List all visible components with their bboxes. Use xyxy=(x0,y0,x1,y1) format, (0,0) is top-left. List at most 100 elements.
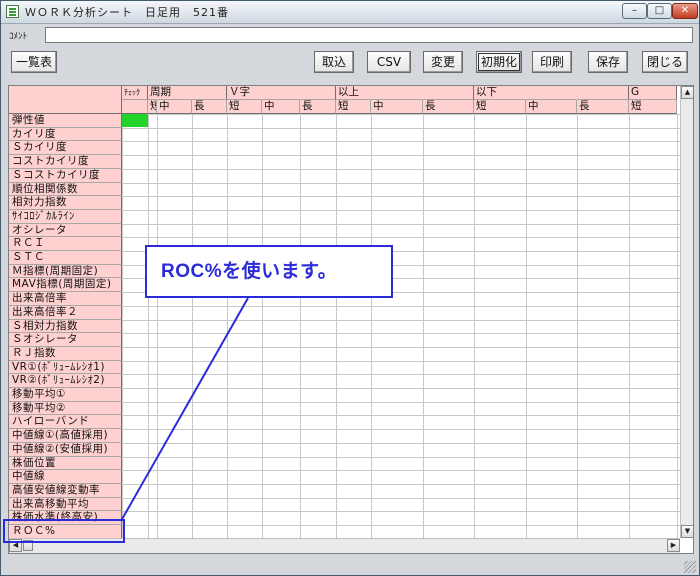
csv-button[interactable]: CSV xyxy=(367,51,411,73)
analysis-grid[interactable]: ﾁｪｯｸ周期Ｖ字以上以下G短中長短中長短中長短中長短 弾性値カイリ度Ｓカイリ度コ… xyxy=(8,85,694,554)
row-header: Ｓ相対力指数 xyxy=(9,320,122,333)
row-header: 中値線 xyxy=(9,470,122,484)
row-header: 中値線①(高値採用) xyxy=(9,429,122,443)
header-group-label: 以上 xyxy=(338,86,359,98)
grid-row-line xyxy=(122,183,680,184)
row-header: Ｓオシレータ xyxy=(9,333,122,347)
grid-row-line xyxy=(122,484,680,485)
row-header: Ｓカイリ度 xyxy=(9,141,122,155)
header-group-cell xyxy=(300,86,336,100)
checked-cell[interactable] xyxy=(122,114,148,127)
header-group-cell xyxy=(262,86,300,100)
header-group-label: 以下 xyxy=(476,86,497,98)
grid-column-line xyxy=(526,114,527,538)
sub-header-cell: 短 xyxy=(474,100,526,114)
grid-column-line xyxy=(300,114,301,538)
grid-row-line xyxy=(122,470,680,471)
title-bar[interactable]: ＷＯＲＫ分析シート 日足用 521番 – □ ✕ xyxy=(1,1,699,24)
status-band xyxy=(2,556,698,575)
grid-row-line xyxy=(122,169,680,170)
row-header: 弾性値 xyxy=(9,114,122,128)
grid-row-line xyxy=(122,415,680,416)
callout-box: ROC%を使います。 xyxy=(145,245,393,298)
grid-row-line xyxy=(122,155,680,156)
grid-row-line xyxy=(122,457,680,458)
sub-header-cell: 長 xyxy=(300,100,336,114)
row-header: 出来高移動平均 xyxy=(9,498,122,511)
grid-column-line xyxy=(474,114,475,538)
comment-label: ｺﾒﾝﾄ xyxy=(9,32,28,42)
grid-row-line xyxy=(122,333,680,334)
grid-row-line xyxy=(122,306,680,307)
row-header: 株価位置 xyxy=(9,457,122,470)
grid-row-line xyxy=(122,511,680,512)
scroll-right-icon[interactable]: ▶ xyxy=(667,539,680,552)
sub-header-cell: 長 xyxy=(577,100,629,114)
header-group-label: 周期 xyxy=(150,86,171,98)
grid-column-line xyxy=(192,114,193,538)
minimize-button[interactable]: – xyxy=(622,3,647,19)
row-header: 移動平均② xyxy=(9,402,122,415)
row-header: 相対力指数 xyxy=(9,196,122,210)
save-button[interactable]: 保存 xyxy=(588,51,628,73)
grid-column-line xyxy=(677,114,678,538)
row-header: ＲＪ指数 xyxy=(9,347,122,361)
scroll-down-icon[interactable]: ▼ xyxy=(681,525,693,538)
row-header: 高値安値線変動率 xyxy=(9,484,122,498)
import-button[interactable]: 取込 xyxy=(314,51,354,73)
comment-input[interactable] xyxy=(45,27,693,43)
close-window-button[interactable]: ✕ xyxy=(672,3,698,19)
grid-column-line xyxy=(577,114,578,538)
close-button[interactable]: 閉じる xyxy=(642,51,688,73)
grid-column-line xyxy=(629,114,630,538)
roc-highlight-box xyxy=(3,519,125,543)
grid-row-line xyxy=(122,498,680,499)
grid-row-line xyxy=(122,196,680,197)
grid-column-line xyxy=(262,114,263,538)
grid-corner xyxy=(9,86,122,114)
sub-header-cell: 中 xyxy=(371,100,423,114)
grid-row-line xyxy=(122,429,680,430)
vertical-scrollbar[interactable]: ▲ ▼ xyxy=(680,86,693,538)
maximize-button[interactable]: □ xyxy=(647,3,672,19)
change-button[interactable]: 変更 xyxy=(423,51,463,73)
scroll-up-icon[interactable]: ▲ xyxy=(681,86,693,99)
grid-column-line xyxy=(336,114,337,538)
row-header: 出来高倍率２ xyxy=(9,306,122,320)
header-group-cell xyxy=(192,86,227,100)
grid-row-line xyxy=(122,443,680,444)
row-header: カイリ度 xyxy=(9,128,122,141)
grid-row-line xyxy=(122,525,680,526)
grid-column-line xyxy=(148,114,149,538)
row-header: 移動平均① xyxy=(9,388,122,402)
row-header: MAV指標(周期固定) xyxy=(9,278,122,292)
row-header: ＲＣＩ xyxy=(9,237,122,251)
grid-row-line xyxy=(122,402,680,403)
grid-row-line xyxy=(122,128,680,129)
row-header: VR①(ﾎﾞﾘｭｰﾑﾚｼｵ1) xyxy=(9,361,122,374)
resize-grip-icon[interactable] xyxy=(684,561,696,573)
grid-row-line xyxy=(122,347,680,348)
grid-row-line xyxy=(122,224,680,225)
row-header: オシレータ xyxy=(9,224,122,237)
row-header: VR②(ﾎﾞﾘｭｰﾑﾚｼｵ2) xyxy=(9,374,122,388)
list-button[interactable]: 一覧表 xyxy=(11,51,57,73)
grid-column-line xyxy=(122,114,123,538)
header-group-cell xyxy=(423,86,474,100)
header-group-cell xyxy=(371,86,423,100)
grid-row-line xyxy=(122,361,680,362)
header-group-label: ﾁｪｯｸ xyxy=(124,88,140,97)
initialize-button[interactable]: 初期化 xyxy=(476,51,522,73)
window-title: ＷＯＲＫ分析シート 日足用 521番 xyxy=(25,6,229,19)
print-button[interactable]: 印刷 xyxy=(532,51,572,73)
sub-header-cell: 短 xyxy=(148,100,157,114)
row-header: 中値線②(安値採用) xyxy=(9,443,122,457)
sub-header-cell: 短 xyxy=(227,100,262,114)
sub-header-cell: 中 xyxy=(526,100,577,114)
header-group-label: Ｖ字 xyxy=(229,86,250,98)
sub-header-cell: 長 xyxy=(423,100,474,114)
header-group-cell xyxy=(526,86,577,100)
grid-row-line xyxy=(122,374,680,375)
row-header: コストカイリ度 xyxy=(9,155,122,169)
sub-header-cell: 短 xyxy=(629,100,677,114)
